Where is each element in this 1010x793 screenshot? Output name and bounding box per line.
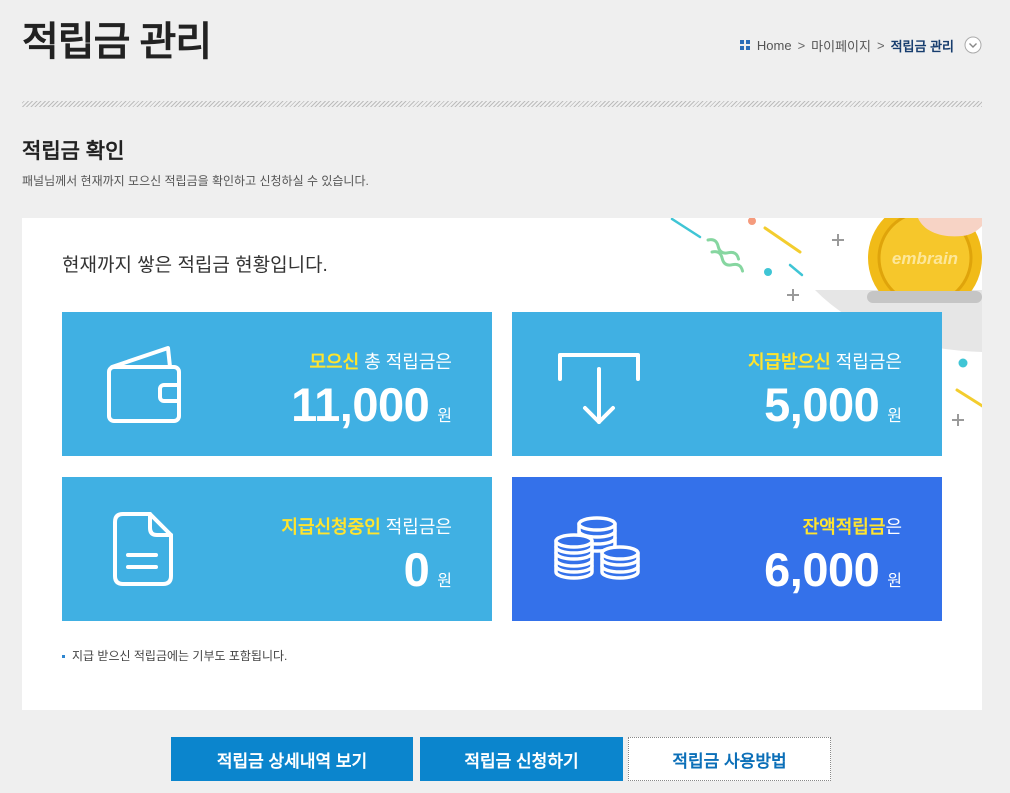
breadcrumb: Home > 마이페이지 > 적립금 관리	[739, 36, 982, 55]
decor-line-yellow	[763, 226, 802, 254]
note-bullet	[62, 654, 65, 658]
decor-plus-icon	[952, 414, 964, 426]
card-amount: 5,000	[764, 378, 880, 431]
wallet-body	[107, 365, 181, 423]
breadcrumb-mypage-link[interactable]: 마이페이지	[811, 36, 871, 55]
wallet-flap	[110, 346, 172, 369]
coin-decoration: embrain	[670, 218, 982, 426]
amount-line: 5,000 원	[748, 378, 902, 444]
decor-line-teal	[670, 218, 702, 239]
breadcrumb-separator: >	[797, 37, 806, 53]
amount-line: 6,000 원	[764, 543, 902, 609]
card-label-rest: 총 적립금은	[359, 352, 452, 372]
page-title: 적립금 관리	[22, 20, 212, 64]
card-label-rest: 적립금은	[830, 352, 902, 372]
card-amount: 0	[403, 543, 430, 596]
card-label: 잔액적립금은	[764, 515, 902, 539]
gold-coin: embrain	[868, 218, 982, 298]
decor-line-yellow	[955, 388, 982, 408]
decor-dash-teal	[788, 263, 804, 277]
card-unit: 원	[887, 408, 902, 425]
card-unit: 원	[437, 408, 452, 425]
coin-outer	[868, 218, 982, 298]
card-label-rest: 은	[885, 517, 902, 537]
card-text: 잔액적립금은 6,000 원	[764, 515, 902, 609]
coin-stack-icon	[554, 516, 640, 580]
donation-note: 지급 받으신 적립금에는 기부도 포함됩니다.	[62, 648, 287, 664]
chevron-circle	[964, 36, 982, 54]
wallet-clasp	[158, 383, 181, 403]
balance-card: 잔액적립금은 6,000 원	[512, 477, 942, 621]
coin-slot	[867, 291, 982, 303]
decor-wave-green	[710, 250, 745, 273]
receive-download-icon	[558, 353, 640, 424]
document-icon	[113, 512, 173, 586]
decor-plus-icon	[787, 289, 799, 301]
card-amount: 11,000	[291, 378, 430, 431]
card-label-highlight: 지급신청중인	[281, 517, 381, 537]
grid-icon	[739, 40, 750, 50]
card-text: 모으신 총 적립금은 11,000 원	[291, 350, 452, 444]
wallet-icon	[107, 346, 181, 423]
coin-logo-text: embrain	[892, 249, 958, 268]
grid-cell	[739, 46, 744, 50]
request-payout-button[interactable]: 적립금 신청하기	[420, 737, 623, 781]
coin-stack-left	[554, 533, 594, 580]
coin-stack-face	[554, 533, 594, 549]
coin-stack-right	[600, 545, 640, 580]
breadcrumb-home-link[interactable]: Home	[757, 38, 792, 53]
card-label-highlight: 지급받으신	[747, 352, 831, 372]
hand-shape	[918, 218, 982, 237]
card-label-highlight: 모으신	[309, 352, 360, 372]
points-status-panel: embrain 현재까지 쌓은 적립금 현황입니다. 모으신 총 적립금은 11…	[22, 218, 982, 710]
card-text: 지급신청중인 적립금은 0원	[281, 515, 452, 609]
coin-stack-face	[577, 516, 617, 532]
section-title: 적립금 확인	[22, 140, 125, 163]
document-outline	[113, 512, 173, 586]
breadcrumb-separator: >	[876, 37, 885, 53]
grid-cell	[739, 40, 744, 44]
usage-guide-button[interactable]: 적립금 사용방법	[628, 737, 831, 781]
card-label: 지급받으신 적립금은	[748, 350, 902, 374]
hatched-divider	[22, 101, 982, 107]
breadcrumb-current: 적립금 관리	[890, 38, 954, 54]
decor-dot-teal	[764, 268, 772, 276]
paid-out-card: 지급받으신 적립금은 5,000 원	[512, 312, 942, 456]
card-label: 모으신 총 적립금은	[291, 350, 453, 374]
view-details-button[interactable]: 적립금 상세내역 보기	[171, 737, 413, 781]
grid-cell	[745, 46, 750, 50]
note-text: 지급 받으신 적립금에는 기부도 포함됩니다.	[72, 649, 288, 663]
total-earned-card: 모으신 총 적립금은 11,000 원	[62, 312, 492, 456]
pending-request-card: 지급신청중인 적립금은 0원	[62, 477, 492, 621]
amount-line: 0원	[281, 543, 452, 609]
decor-dot-teal	[958, 358, 968, 368]
card-amount: 6,000	[764, 543, 880, 596]
section-description: 패널님께서 현재까지 모으신 적립금을 확인하고 신청하실 수 있습니다.	[22, 174, 369, 188]
card-unit: 원	[437, 573, 452, 590]
decor-plus-icon	[832, 234, 844, 246]
coin-stack-face	[600, 545, 640, 561]
card-label-highlight: 잔액적립금	[802, 517, 886, 537]
chevron-down-icon[interactable]	[964, 36, 982, 54]
coin-inner	[877, 218, 973, 298]
card-text: 지급받으신 적립금은 5,000 원	[748, 350, 902, 444]
card-label-rest: 적립금은	[380, 517, 452, 537]
card-label: 지급신청중인 적립금은	[281, 515, 452, 539]
decor-wave-green	[706, 238, 741, 261]
card-unit: 원	[887, 573, 902, 590]
amount-line: 11,000 원	[291, 378, 452, 444]
grid-cell	[745, 40, 750, 44]
panel-heading: 현재까지 쌓은 적립금 현황입니다.	[62, 255, 328, 276]
decor-dot-orange	[748, 218, 756, 225]
